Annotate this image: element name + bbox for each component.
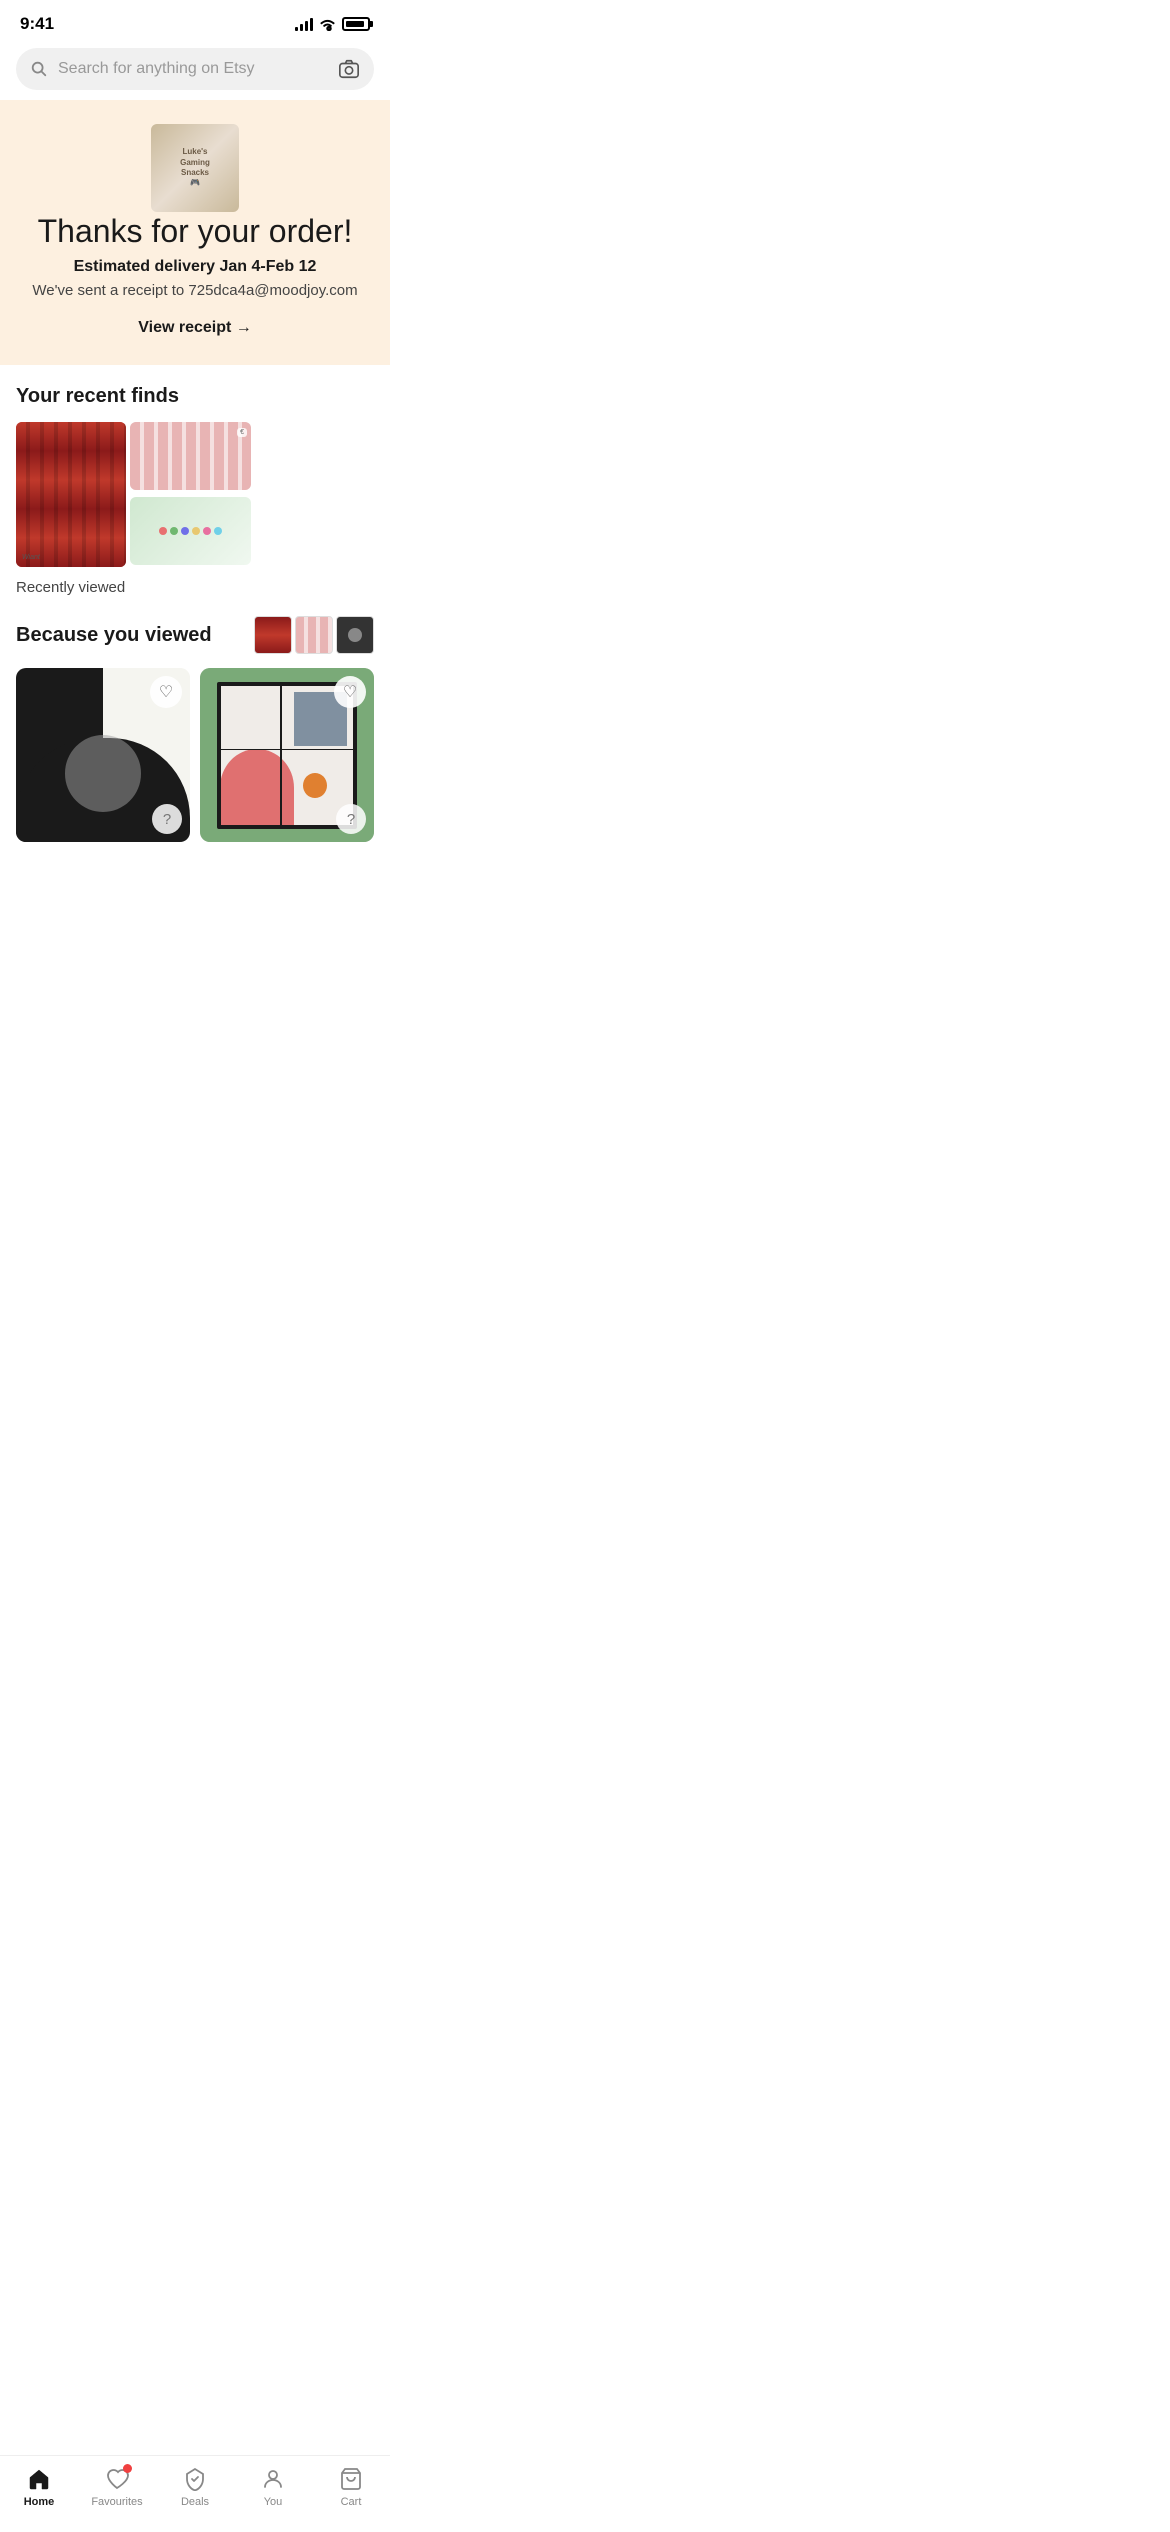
nav-cart-label: Cart [341,2496,362,2508]
because-thumb-1[interactable] [254,616,292,654]
deals-icon-wrap [182,2466,208,2492]
nav-favourites[interactable]: Favourites [87,2466,147,2508]
because-you-viewed-section: Because you viewed [0,616,390,654]
nav-favourites-label: Favourites [91,2496,142,2508]
home-icon [27,2467,51,2491]
price-badge: € [237,428,247,437]
status-bar: 9:41 [0,0,390,42]
order-product-image: Luke'sGamingSnacks🎮 [151,124,239,212]
brand-label: Wiant [22,554,40,561]
because-thumb-2[interactable] [295,616,333,654]
fav-icon-wrap [104,2466,130,2492]
nav-you-label: You [264,2496,283,2508]
order-email: We've sent a receipt to 725dca4a@moodjoy… [32,282,357,299]
nav-you[interactable]: You [243,2466,303,2508]
battery-icon [342,17,370,31]
recent-small-top-image[interactable]: € [130,422,251,490]
because-thumbnails [254,616,374,654]
bottom-nav: Home Favourites Deals You [0,2455,390,2532]
home-icon-wrap [26,2466,52,2492]
deals-icon [183,2467,207,2491]
search-bar[interactable]: Search for anything on Etsy [16,48,374,90]
signal-icon [295,17,313,31]
because-title: Because you viewed [16,624,212,647]
product-card-1[interactable]: ♡ ? [16,668,190,842]
favourites-badge [123,2464,132,2473]
product-card-image-2: ♡ ? [200,668,374,842]
status-time: 9:41 [20,14,54,34]
order-banner: Luke'sGamingSnacks🎮 Thanks for your orde… [0,100,390,365]
nav-deals[interactable]: Deals [165,2466,225,2508]
search-icon [30,60,48,78]
you-icon [261,2467,285,2491]
order-delivery: Estimated delivery Jan 4-Feb 12 [74,258,317,276]
nav-home-label: Home [24,2496,55,2508]
recent-finds-grid: Wiant € [16,422,251,567]
product-card-2[interactable]: ♡ ? [200,668,374,842]
cart-icon [339,2467,363,2491]
product-card-image-1: ♡ ? [16,668,190,842]
recent-finds-section: Your recent finds Wiant € [0,365,390,596]
wifi-icon [319,18,336,31]
recent-small-bottom-image[interactable] [130,497,251,565]
status-icons [295,17,370,31]
recently-viewed-label: Recently viewed [16,579,374,596]
nav-home[interactable]: Home [9,2466,69,2508]
search-placeholder: Search for anything on Etsy [58,60,328,78]
cart-icon-wrap [338,2466,364,2492]
view-receipt-link[interactable]: View receipt → [138,319,252,337]
search-bar-container: Search for anything on Etsy [0,42,390,100]
because-thumb-3[interactable] [336,616,374,654]
order-title: Thanks for your order! [38,212,353,250]
camera-icon[interactable] [338,58,360,80]
product-grid: ♡ ? ♡ ? [0,668,390,858]
nav-cart[interactable]: Cart [321,2466,381,2508]
nav-deals-label: Deals [181,2496,209,2508]
recent-main-image[interactable]: Wiant [16,422,126,567]
recent-finds-title: Your recent finds [16,385,374,408]
you-icon-wrap [260,2466,286,2492]
